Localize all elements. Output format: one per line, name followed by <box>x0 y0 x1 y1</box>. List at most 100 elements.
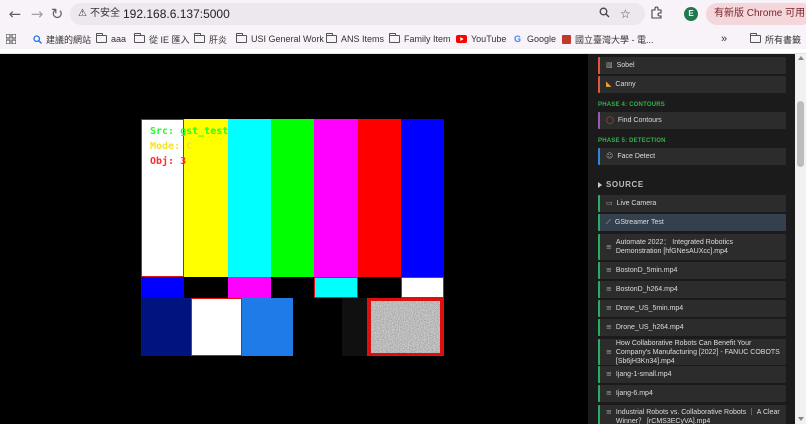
bookmark-folder-aaa[interactable]: aaa <box>96 32 126 46</box>
bookmarks-bar: 建議的網站 aaa 從 IE 匯入 肝炎 USI General Work AN… <box>0 29 806 49</box>
source-item-video[interactable]: ≡ How Collaborative Robots Can Benefit Y… <box>598 339 786 365</box>
source-item-video[interactable]: ≡ Drone_US_h264.mp4 <box>598 319 786 336</box>
color-bar-green <box>271 119 314 277</box>
source-item-video[interactable]: ≡ Automate 2022： Integrated Robotics Dem… <box>598 234 786 260</box>
source-item-video[interactable]: ≡ Industrial Robots vs. Collaborative Ro… <box>598 405 786 424</box>
folder-icon <box>236 33 247 43</box>
canny-button[interactable]: ◣ Canny <box>598 76 786 93</box>
bookmark-folder-hepatitis[interactable]: 肝炎 <box>194 32 227 46</box>
bookmark-youtube[interactable]: YouTube <box>456 32 506 46</box>
search-icon <box>33 34 42 44</box>
source-item-label: BostonD_5min.mp4 <box>615 267 678 274</box>
color-bar-blue <box>401 119 444 277</box>
bookmark-folder-ans[interactable]: ANS Items <box>326 32 384 46</box>
source-item-video[interactable]: ≡ Ijang-6.mp4 <box>598 385 786 402</box>
pluge-dark-blue <box>141 298 191 356</box>
source-item-live-camera[interactable]: ▭ Live Camera <box>598 195 786 212</box>
bookmark-suggested-sites[interactable]: 建議的網站 <box>33 32 91 46</box>
folder-icon <box>326 33 337 43</box>
folder-icon <box>194 33 205 43</box>
bookmark-folder-ie[interactable]: 從 IE 匯入 <box>134 32 190 46</box>
bookmark-label: aaa <box>111 34 127 44</box>
source-item-video[interactable]: ≡ BostonD_h264.mp4 <box>598 281 786 298</box>
color-bar-red <box>358 119 401 277</box>
bookmark-ntu[interactable]: 國立臺灣大學 - 電... <box>562 32 654 46</box>
video-viewport: Src: gst_test Mode: C Obj: 3 <box>0 54 588 424</box>
source-item-label: How Collaborative Robots Can Benefit You… <box>615 339 780 365</box>
video-frame: Src: gst_test Mode: C Obj: 3 <box>141 119 444 356</box>
video-file-icon: ≡ <box>606 370 612 378</box>
video-file-icon: ≡ <box>606 285 612 293</box>
camera-icon: ▭ <box>606 199 613 207</box>
bookmark-label: YouTube <box>471 34 507 44</box>
source-item-label: Ijang-6.mp4 <box>615 390 653 397</box>
source-item-video[interactable]: ≡ BostonD_5min.mp4 <box>598 262 786 279</box>
source-item-video[interactable]: ≡ Ijang-1-small.mp4 <box>598 366 786 383</box>
all-bookmarks-folder[interactable]: 所有書籤 <box>750 32 801 46</box>
video-file-icon: ≡ <box>606 389 612 397</box>
face-detect-icon: ☺ <box>606 152 614 160</box>
page-content: Src: gst_test Mode: C Obj: 3 ▧ Sobel ◣ C… <box>0 54 806 424</box>
sidebar-scrollbar[interactable] <box>795 54 806 424</box>
bookmark-google[interactable]: G Google <box>512 32 556 46</box>
scroll-thumb[interactable] <box>797 101 804 167</box>
bookmark-folder-family[interactable]: Family Item <box>389 32 451 46</box>
browser-toolbar: ← → ↻ ⚠ 不安全 192.168.6.137:5000 ☆ E 有新版 C… <box>0 0 806 29</box>
source-item-video[interactable]: ≡ Drone_US_5min.mp4 <box>598 300 786 317</box>
bookmark-label: 國立臺灣大學 - 電... <box>575 34 654 45</box>
forward-button[interactable]: → <box>28 5 46 23</box>
button-label: Canny <box>615 81 636 88</box>
profile-avatar[interactable]: E <box>684 7 698 21</box>
video-file-icon: ≡ <box>606 347 612 356</box>
face-detect-button[interactable]: ☺ Face Detect <box>598 148 786 165</box>
button-label: Face Detect <box>617 153 656 160</box>
overlay-source-text: Src: gst_test <box>150 126 229 137</box>
color-bar-cyan <box>228 119 271 277</box>
source-item-label: GStreamer Test <box>614 219 664 226</box>
pluge-black <box>293 298 342 356</box>
folder-icon <box>134 33 145 43</box>
folder-icon <box>96 33 107 43</box>
find-contours-button[interactable]: ◯ Find Contours <box>598 112 786 129</box>
apps-icon[interactable] <box>6 32 16 46</box>
button-label: Sobel <box>616 62 635 69</box>
source-section-header[interactable]: SOURCE <box>598 180 644 189</box>
source-item-label: Drone_US_5min.mp4 <box>615 305 684 312</box>
phase-4-title: PHASE 4: CONTOURS <box>598 102 665 108</box>
scroll-up-icon[interactable] <box>798 56 804 60</box>
bookmark-label: Family Item <box>404 34 451 44</box>
bookmark-star-icon[interactable]: ☆ <box>620 6 631 22</box>
url-text[interactable]: 192.168.6.137:5000 <box>123 6 230 22</box>
scroll-down-icon[interactable] <box>798 417 804 421</box>
bookmark-label: 所有書籤 <box>765 34 802 45</box>
overlay-obj-text: Obj: 3 <box>150 156 187 167</box>
folder-icon <box>750 33 761 43</box>
video-file-icon: ≡ <box>606 266 612 274</box>
pluge-blue <box>242 298 293 356</box>
bookmark-folder-usi[interactable]: USI General Work <box>236 32 324 46</box>
update-chrome-button[interactable]: 有新版 Chrome 可用 <box>706 3 806 25</box>
more-bookmarks-button[interactable]: » <box>721 32 727 46</box>
reload-button[interactable]: ↻ <box>48 5 66 23</box>
folder-icon <box>389 33 400 43</box>
video-file-icon: ≡ <box>606 242 612 251</box>
security-chip[interactable]: ⚠ 不安全 <box>78 7 120 21</box>
bookmark-label: 從 IE 匯入 <box>149 34 190 45</box>
address-bar[interactable]: ⚠ 不安全 192.168.6.137:5000 ☆ <box>70 3 645 25</box>
warning-icon: ⚠ <box>78 8 87 19</box>
source-item-label: Automate 2022： Integrated Robotics Demon… <box>615 239 734 255</box>
video-file-icon: ≡ <box>606 304 612 312</box>
extensions-icon[interactable] <box>650 6 663 24</box>
back-button[interactable]: ← <box>6 5 24 23</box>
source-item-label: Industrial Robots vs. Collaborative Robo… <box>615 409 780 424</box>
zoom-icon[interactable] <box>599 6 610 22</box>
source-item-gstreamer-test[interactable]: ⟋ GStreamer Test <box>598 214 786 231</box>
browser-chrome: ← → ↻ ⚠ 不安全 192.168.6.137:5000 ☆ E 有新版 C… <box>0 0 806 54</box>
bookmark-label: 肝炎 <box>209 34 228 45</box>
bookmark-label: ANS Items <box>341 34 385 44</box>
mid-bar-black <box>184 277 228 298</box>
sobel-button[interactable]: ▧ Sobel <box>598 57 786 74</box>
google-icon: G <box>513 33 521 44</box>
overlay-mode-text: Mode: C <box>150 141 193 152</box>
mid-bar-black <box>358 277 401 298</box>
